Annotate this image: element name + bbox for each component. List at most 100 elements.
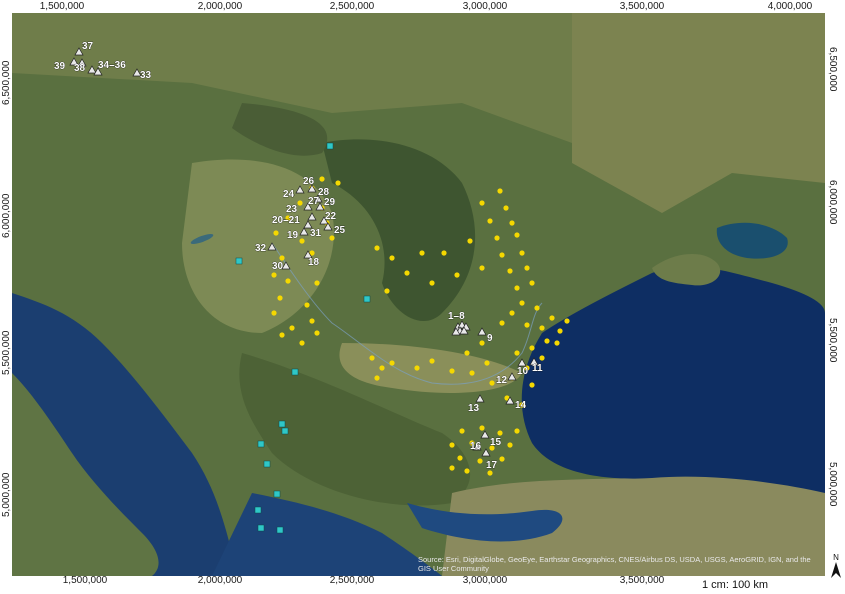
yellow-site-marker	[534, 305, 540, 311]
yellow-site-marker	[477, 458, 483, 464]
yellow-site-marker	[529, 345, 535, 351]
map-figure: 1,500,000 2,000,000 2,500,000 3,000,000 …	[0, 0, 845, 594]
site-label: 29	[324, 197, 336, 208]
cyan-site-marker	[278, 420, 286, 428]
axis-bottom-label: 1,500,000	[62, 575, 108, 586]
yellow-site-marker	[489, 380, 495, 386]
site-label: 17	[486, 460, 498, 471]
yellow-site-marker	[479, 200, 485, 206]
yellow-site-marker	[389, 255, 395, 261]
site-label: 18	[308, 257, 320, 268]
yellow-site-marker	[384, 288, 390, 294]
site-label: 26	[303, 176, 315, 187]
site-label: 31	[310, 228, 322, 239]
yellow-site-marker	[484, 360, 490, 366]
axis-bottom-label: 2,000,000	[197, 575, 243, 586]
yellow-site-marker	[519, 300, 525, 306]
yellow-site-marker	[374, 245, 380, 251]
yellow-site-marker	[369, 355, 375, 361]
axis-top-label: 3,000,000	[462, 1, 508, 12]
yellow-site-marker	[524, 265, 530, 271]
yellow-site-marker	[271, 310, 277, 316]
axis-right-label: 5,500,000	[827, 318, 838, 363]
cyan-site-marker	[263, 460, 271, 468]
site-label: 20–21	[272, 215, 300, 226]
yellow-site-marker	[454, 272, 460, 278]
site-label: 34–36	[98, 60, 126, 71]
north-arrow-icon	[831, 562, 841, 578]
yellow-site-marker	[309, 318, 315, 324]
yellow-site-marker	[499, 320, 505, 326]
scale-label: 1 cm: 100 km	[702, 579, 769, 591]
yellow-site-marker	[273, 230, 279, 236]
axis-bottom-label: 3,500,000	[619, 575, 665, 586]
yellow-site-marker	[459, 428, 465, 434]
yellow-site-marker	[497, 430, 503, 436]
site-label: 33	[140, 70, 152, 81]
yellow-site-marker	[449, 368, 455, 374]
axis-right-label: 6,500,000	[827, 47, 838, 92]
yellow-site-marker	[554, 340, 560, 346]
axis-top-label: 3,500,000	[619, 1, 665, 12]
site-label: 37	[82, 41, 94, 52]
cyan-site-marker	[257, 440, 265, 448]
yellow-site-marker	[449, 465, 455, 471]
cyan-site-marker	[291, 368, 299, 376]
yellow-site-marker	[329, 235, 335, 241]
yellow-site-marker	[279, 255, 285, 261]
yellow-site-marker	[414, 365, 420, 371]
yellow-site-marker	[464, 350, 470, 356]
yellow-site-marker	[487, 470, 493, 476]
cyan-site-marker	[254, 506, 262, 514]
site-label: 22	[325, 211, 337, 222]
axis-top-label: 2,500,000	[329, 1, 375, 12]
yellow-site-marker	[479, 265, 485, 271]
site-label: 38	[74, 63, 86, 74]
yellow-site-marker	[499, 252, 505, 258]
axis-left-label: 5,500,000	[1, 330, 12, 376]
yellow-site-marker	[297, 200, 303, 206]
axis-top-label: 1,500,000	[39, 1, 85, 12]
yellow-site-marker	[544, 338, 550, 344]
yellow-site-marker	[564, 318, 570, 324]
site-label: 15	[490, 437, 502, 448]
axis-left-label: 5,000,000	[1, 472, 12, 518]
satellite-map: 37 39 38 34–36 33 26 28 24 27 29 23 20–2…	[12, 13, 825, 576]
yellow-site-marker	[299, 340, 305, 346]
yellow-site-marker	[374, 375, 380, 381]
yellow-site-marker	[379, 365, 385, 371]
site-label: 32	[255, 243, 267, 254]
cyan-site-marker	[276, 526, 284, 534]
yellow-site-marker	[549, 315, 555, 321]
yellow-site-marker	[497, 188, 503, 194]
yellow-site-marker	[509, 310, 515, 316]
site-label: 23	[286, 204, 298, 215]
axis-bottom-label: 3,000,000	[462, 575, 508, 586]
axis-right-label: 6,000,000	[827, 180, 838, 225]
yellow-site-marker	[479, 340, 485, 346]
yellow-site-marker	[509, 220, 515, 226]
cyan-site-marker	[281, 427, 289, 435]
yellow-site-marker	[487, 218, 493, 224]
yellow-site-marker	[299, 238, 305, 244]
yellow-site-marker	[507, 442, 513, 448]
site-label: 9	[487, 333, 493, 344]
cyan-site-marker	[235, 257, 243, 265]
yellow-site-marker	[503, 205, 509, 211]
yellow-site-marker	[314, 330, 320, 336]
cyan-site-marker	[363, 295, 371, 303]
yellow-site-marker	[467, 238, 473, 244]
yellow-site-marker	[494, 235, 500, 241]
site-label: 30	[272, 261, 284, 272]
yellow-site-marker	[319, 176, 325, 182]
yellow-site-marker	[464, 468, 470, 474]
map-attribution: Source: Esri, DigitalGlobe, GeoEye, Eart…	[418, 555, 811, 573]
site-label: 27	[308, 196, 320, 207]
yellow-site-marker	[441, 250, 447, 256]
yellow-site-marker	[335, 180, 341, 186]
yellow-site-marker	[514, 428, 520, 434]
site-label: 13	[468, 403, 480, 414]
yellow-site-marker	[457, 455, 463, 461]
yellow-site-marker	[469, 370, 475, 376]
axis-left-label: 6,000,000	[1, 193, 12, 239]
